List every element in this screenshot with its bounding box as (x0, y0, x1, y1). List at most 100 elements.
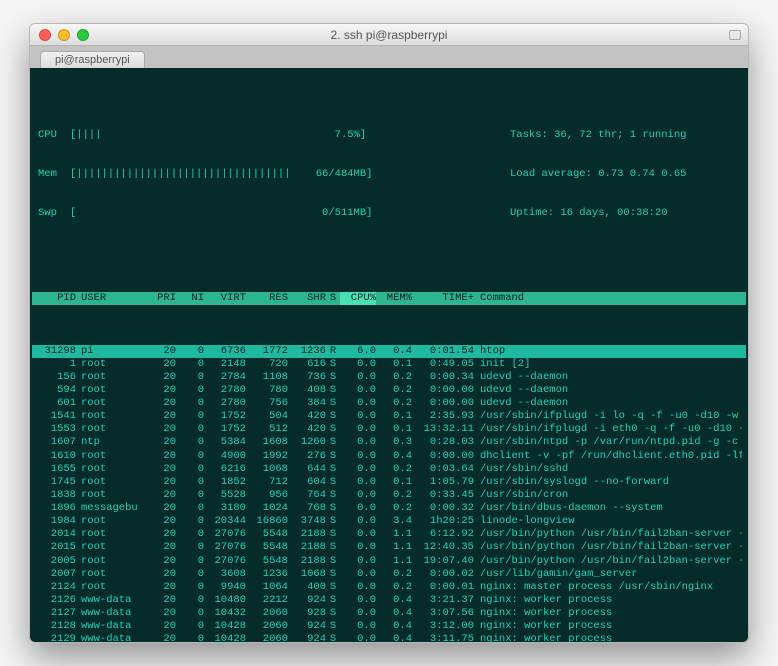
cell: S (326, 358, 340, 371)
tab-session[interactable]: pi@raspberrypi (40, 51, 145, 68)
window-title: 2. ssh pi@raspberrypi (30, 28, 748, 42)
cell: 0.0 (340, 568, 376, 581)
process-row[interactable]: 156root20027841108736S0.00.20:00.34udevd… (32, 371, 746, 384)
cell: 0:00.02 (412, 568, 474, 581)
process-row[interactable]: 2128www-data200104282060924S0.00.43:12.0… (32, 620, 746, 633)
cell: 1068 (246, 463, 288, 476)
cell: nginx: worker process (474, 620, 742, 633)
cell: root (76, 397, 146, 410)
col-cpu[interactable]: CPU% (340, 292, 376, 305)
cell: 736 (288, 371, 326, 384)
process-header[interactable]: PID USER PRI NI VIRT RES SHR S CPU% MEM%… (32, 292, 746, 305)
cell: 2:35.93 (412, 410, 474, 423)
cell: 712 (246, 476, 288, 489)
col-s[interactable]: S (326, 292, 340, 305)
cell: 0.0 (340, 515, 376, 528)
process-row[interactable]: 594root2002780780408S0.00.20:00.00udevd … (32, 384, 746, 397)
cell: 1:05.79 (412, 476, 474, 489)
cell: root (76, 371, 146, 384)
process-row[interactable]: 601root2002780756384S0.00.20:00.00udevd … (32, 397, 746, 410)
cell: 20 (146, 436, 176, 449)
cell: 9940 (204, 581, 246, 594)
process-row[interactable]: 1610root20049001992276S0.00.40:00.00dhcl… (32, 450, 746, 463)
cell: S (326, 423, 340, 436)
process-row[interactable]: 1607ntp200538416081260S0.00.30:28.03/usr… (32, 436, 746, 449)
col-ni[interactable]: NI (176, 292, 204, 305)
cell: 0 (176, 450, 204, 463)
cell: 20 (146, 541, 176, 554)
process-row[interactable]: 31298pi200673617721236R6.00.40:01.54htop (32, 345, 746, 358)
fullscreen-icon[interactable] (729, 30, 741, 40)
uptime: Uptime: 16 days, 00:38:20 (510, 207, 740, 220)
cell: 924 (288, 633, 326, 642)
cell: 20 (146, 620, 176, 633)
process-row[interactable]: 2014root2002707655482188S0.01.16:12.92/u… (32, 528, 746, 541)
process-list[interactable]: 31298pi200673617721236R6.00.40:01.54htop… (32, 345, 746, 643)
col-cmd[interactable]: Command (474, 292, 742, 305)
cell: 0 (176, 345, 204, 358)
cell: 0.0 (340, 502, 376, 515)
col-virt[interactable]: VIRT (204, 292, 246, 305)
cpu-meter: CPU [|||| 7.5%] (38, 129, 510, 142)
process-row[interactable]: 2015root2002707655482188S0.01.112:40.35/… (32, 541, 746, 554)
cell: 12:40.35 (412, 541, 474, 554)
cell: 3:12.00 (412, 620, 474, 633)
cell: 0.1 (376, 358, 412, 371)
cell: 20 (146, 476, 176, 489)
col-shr[interactable]: SHR (288, 292, 326, 305)
cell: 1 (36, 358, 76, 371)
process-row[interactable]: 1745root2001852712604S0.00.11:05.79/usr/… (32, 476, 746, 489)
mem-bar: [|||||||||||||||||||||||||||||||||| 66/4… (70, 168, 372, 181)
process-row[interactable]: 1541root2001752504420S0.00.12:35.93/usr/… (32, 410, 746, 423)
cell: dhclient -v -pf /run/dhclient.eth0.pid -… (474, 450, 742, 463)
col-pri[interactable]: PRI (146, 292, 176, 305)
col-user[interactable]: USER (76, 292, 146, 305)
cell: S (326, 555, 340, 568)
col-time[interactable]: TIME+ (412, 292, 474, 305)
process-row[interactable]: 2129www-data200104282060924S0.00.43:11.7… (32, 633, 746, 642)
process-row[interactable]: 1896messagebu20031801024768S0.00.20:00.3… (32, 502, 746, 515)
cell: S (326, 541, 340, 554)
process-row[interactable]: 2005root2002707655482188S0.01.119:07.40/… (32, 555, 746, 568)
cell: 0 (176, 397, 204, 410)
process-row[interactable]: 2124root20099401064400S0.00.20:00.01ngin… (32, 581, 746, 594)
cell: 420 (288, 410, 326, 423)
process-row[interactable]: 1984root20020344168603748S0.03.41h20:25l… (32, 515, 746, 528)
col-mem[interactable]: MEM% (376, 292, 412, 305)
cell: 0 (176, 633, 204, 642)
cell: 6.0 (340, 345, 376, 358)
cell: 20 (146, 502, 176, 515)
process-row[interactable]: 2127www-data200104322060928S0.00.43:07.5… (32, 607, 746, 620)
process-row[interactable]: 1553root2001752512420S0.00.113:32.11/usr… (32, 423, 746, 436)
cell: 3608 (204, 568, 246, 581)
process-row[interactable]: 2126www-data200104802212924S0.00.43:21.3… (32, 594, 746, 607)
process-row[interactable]: 1root2002148720616S0.00.10:49.05init [2] (32, 358, 746, 371)
col-res[interactable]: RES (246, 292, 288, 305)
cell: S (326, 502, 340, 515)
cell: 720 (246, 358, 288, 371)
cell: 0.2 (376, 371, 412, 384)
cell: 0.4 (376, 450, 412, 463)
cell: ntp (76, 436, 146, 449)
cell: 604 (288, 476, 326, 489)
cpu-bar: [|||| 7.5%] (70, 129, 366, 142)
cell: 156 (36, 371, 76, 384)
cell: 768 (288, 502, 326, 515)
cell: /usr/bin/python /usr/bin/fail2ban-server… (474, 541, 742, 554)
cell: 10432 (204, 607, 246, 620)
col-pid[interactable]: PID (36, 292, 76, 305)
cell: 2784 (204, 371, 246, 384)
cell: nginx: worker process (474, 633, 742, 642)
process-row[interactable]: 1655root20062161068644S0.00.20:03.64/usr… (32, 463, 746, 476)
cell: 0.0 (340, 463, 376, 476)
cell: S (326, 620, 340, 633)
cell: 0.0 (340, 541, 376, 554)
cell: 0 (176, 410, 204, 423)
cell: 1236 (246, 568, 288, 581)
cell: 0 (176, 502, 204, 515)
cell: 1610 (36, 450, 76, 463)
cell: S (326, 463, 340, 476)
process-row[interactable]: 2007root200360812361068S0.00.20:00.02/us… (32, 568, 746, 581)
process-row[interactable]: 1838root2005528956764S0.00.20:33.45/usr/… (32, 489, 746, 502)
terminal-body[interactable]: CPU [|||| 7.5%] Mem [|||||||||||||||||||… (30, 68, 748, 642)
